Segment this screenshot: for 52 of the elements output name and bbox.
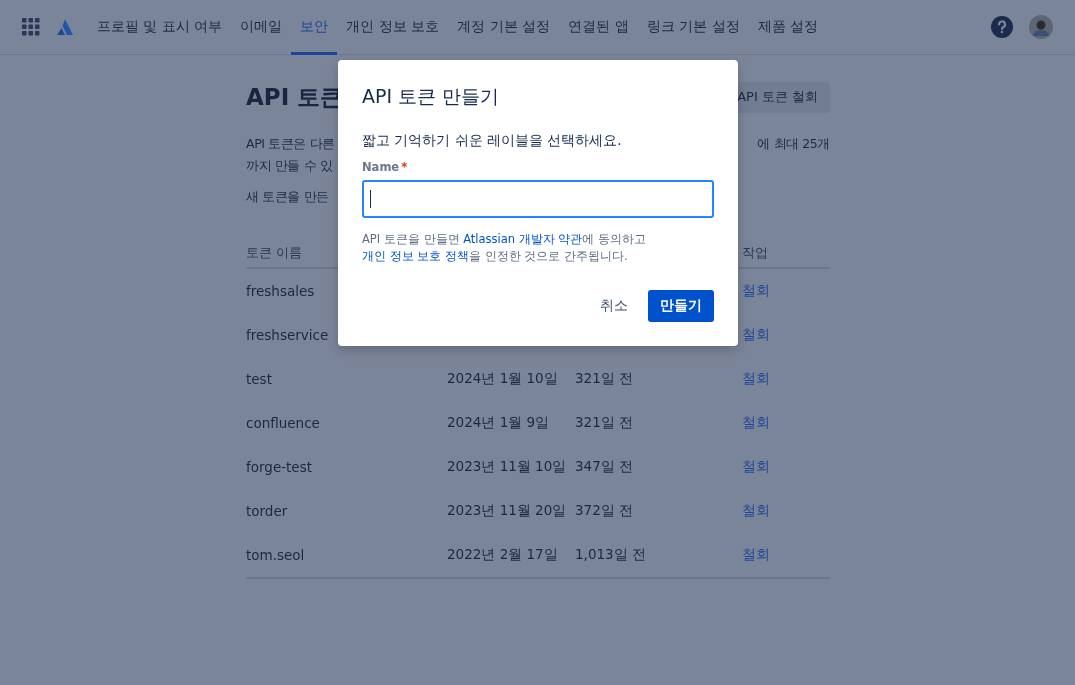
revoke-link[interactable]: 철회 — [742, 546, 770, 562]
table-cell: freshservice — [246, 327, 329, 343]
help-icon[interactable] — [991, 16, 1013, 38]
table-cell: freshsales — [246, 283, 315, 299]
table-cell: confluence — [246, 415, 320, 431]
required-mark: * — [401, 160, 408, 174]
new-token-text: 새 토큰을 만든 — [246, 189, 329, 206]
nav-tab[interactable]: 개인 정보 보호 — [337, 0, 449, 55]
create-button[interactable]: 만들기 — [648, 290, 714, 322]
revoke-link[interactable]: 철회 — [742, 282, 770, 298]
intro-text: 까지 만들 수 있 — [246, 157, 334, 175]
nav-tab[interactable]: 제품 설정 — [748, 0, 827, 55]
nav-tab[interactable]: 보안 — [291, 0, 338, 55]
table-cell: 321일 전 — [575, 414, 634, 430]
revoke-link[interactable]: 철회 — [742, 414, 770, 430]
terms-text: API 토큰을 만들면 Atlassian 개발자 약관에 동의하고 개인 정보 보호 정책을 인정한 것으로 간주됩니다. — [362, 231, 648, 265]
table-cell: 1,013일 전 — [575, 546, 646, 562]
triangle-logo-icon[interactable] — [56, 18, 74, 36]
table-cell: forge-test — [246, 459, 312, 475]
table-cell: 372일 전 — [575, 502, 634, 518]
dialog-description: 짧고 기억하기 쉬운 레이블을 선택하세요. — [362, 132, 622, 150]
revoke-link[interactable]: 철회 — [742, 326, 770, 342]
nav-tab[interactable]: 프로필 및 표시 여부 — [88, 0, 232, 55]
nav-tab[interactable]: 계정 기본 설정 — [448, 0, 560, 55]
table-cell: 2024년 1월 10일 — [447, 370, 558, 386]
table-cell: 2024년 1월 9일 — [447, 414, 550, 430]
revoke-link[interactable]: 철회 — [742, 458, 770, 474]
name-input-field[interactable] — [362, 180, 714, 218]
column-header: 토큰 이름 — [246, 244, 302, 260]
table-cell: 2023년 11월 20일 — [447, 502, 567, 518]
revoke-link[interactable]: 철회 — [742, 502, 770, 518]
intro-text: 에 최대 25개 — [757, 135, 830, 153]
app-grid-icon[interactable] — [22, 18, 40, 36]
cancel-button[interactable]: 취소 — [590, 290, 638, 322]
field-label: Name — [362, 160, 400, 174]
table-cell: torder — [246, 503, 288, 519]
nav-tab[interactable]: 링크 기본 설정 — [637, 0, 749, 55]
table-cell: test — [246, 371, 272, 387]
table-cell: 321일 전 — [575, 370, 634, 386]
terms-link[interactable]: 개인 정보 보호 정책 — [362, 249, 469, 263]
nav-tab[interactable]: 연결된 앱 — [559, 0, 638, 55]
table-cell: 2023년 11월 10일 — [447, 458, 567, 474]
nav-tab[interactable]: 이메일 — [231, 0, 292, 55]
dialog-title: API 토큰 만들기 — [362, 84, 500, 109]
column-header: 작업 — [742, 244, 769, 262]
table-cell: 347일 전 — [575, 458, 634, 474]
avatar-icon[interactable] — [1029, 15, 1053, 39]
table-cell: tom.seol — [246, 547, 305, 563]
terms-link[interactable]: Atlassian 개발자 약관 — [463, 232, 583, 246]
revoke-link[interactable]: 철회 — [742, 370, 770, 386]
table-cell: 2022년 2월 17일 — [447, 546, 558, 562]
intro-text: API 토큰은 다른 — [246, 135, 335, 153]
